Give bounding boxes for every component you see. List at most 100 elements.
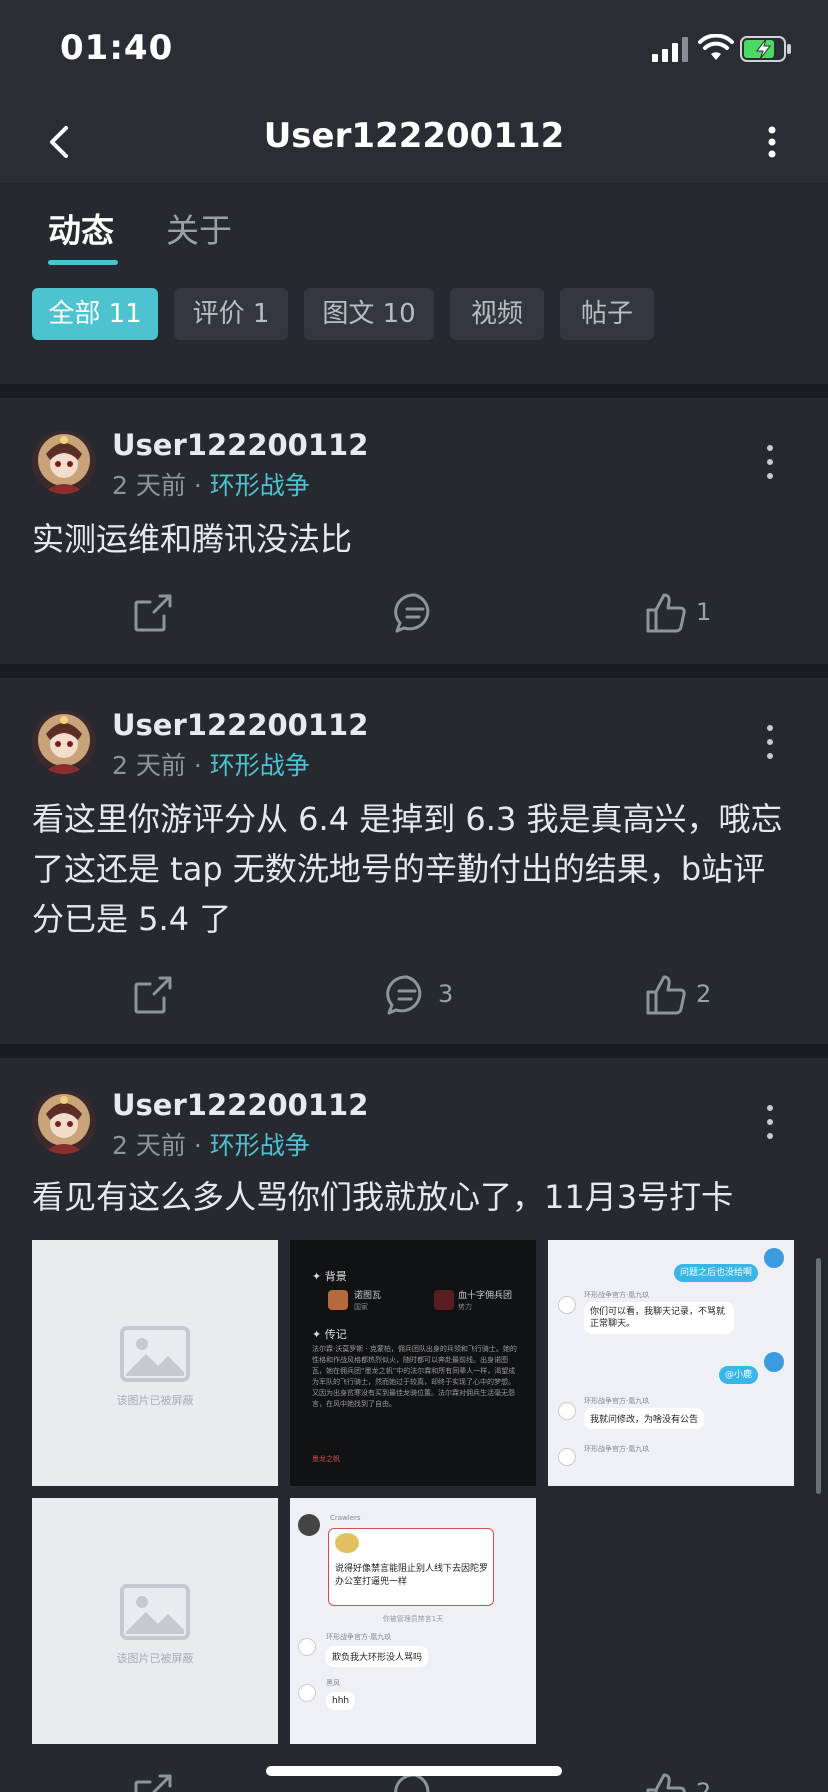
meta-separator: ·	[193, 1131, 202, 1160]
battery-charging-icon	[740, 36, 791, 62]
shot-item: 诺图瓦	[354, 1291, 382, 1301]
chat-avatar	[298, 1514, 320, 1536]
nav-bar: User122200112	[0, 100, 828, 184]
post-meta: 2 天前 · 环形战争	[112, 746, 310, 782]
meta-separator: ·	[193, 471, 202, 500]
share-icon	[134, 976, 172, 1014]
shot-section-label: 背景	[324, 1270, 347, 1283]
chat-sender: 环形战争官方·凰九玖	[584, 1291, 650, 1299]
share-icon	[134, 594, 172, 632]
post-text[interactable]: 看见有这么多人骂你们我就放心了，11月3号打卡	[32, 1172, 796, 1222]
post-more-icon[interactable]	[762, 722, 778, 762]
post-meta: 2 天前 · 环形战争	[112, 1126, 310, 1162]
signal-icon	[652, 37, 688, 62]
post-card[interactable]: User122200112 2 天前 · 环形战争 看这里你游评分从 6.4 是…	[0, 678, 828, 1044]
page-title: User122200112	[263, 116, 565, 156]
chat-bubble-self: @小鹿	[718, 1366, 758, 1384]
chat-bubble: 欺负我大环形没人骂吗	[326, 1646, 429, 1667]
chat-bubble: 我就问修改，为啥没有公告	[584, 1408, 705, 1429]
post-image[interactable]: ✦ 背景 诺图瓦 国家 血十字佣兵团 势力 ✦ 传记 法尔霖·沃莫罗斯 · 克蒙…	[290, 1240, 536, 1486]
post-more-icon[interactable]	[762, 442, 778, 482]
like-button[interactable]: 2	[642, 1770, 732, 1792]
chat-avatar	[764, 1248, 784, 1268]
post-author[interactable]: User122200112	[112, 708, 368, 742]
like-button[interactable]: 2	[642, 972, 732, 1022]
wifi-icon	[698, 34, 734, 60]
shot-body-text: 法尔霖·沃莫罗斯 · 克蒙柏，佣兵团队出身的兵领和飞行骑士。她的性格和作战风格都…	[312, 1345, 517, 1408]
post-more-icon[interactable]	[762, 1102, 778, 1142]
thumbs-up-icon	[646, 975, 686, 1015]
post-image[interactable]: Crawlers 说得好像禁言能阻止别人线下去因陀罗办公室打逼兜一样 你被管理员…	[290, 1498, 536, 1744]
chat-bubble: 你们可以看，我聊天记录，不骂就正常聊天。	[584, 1302, 734, 1334]
tab-about[interactable]: 关于	[166, 204, 232, 252]
shot-item: 血十字佣兵团	[458, 1291, 513, 1301]
shot-section-title: ✦ 传记	[312, 1328, 347, 1341]
chat-sender: Crawlers	[330, 1514, 361, 1522]
avatar[interactable]	[32, 710, 96, 774]
chat-sender: 环形战争官方·凰九玖	[326, 1633, 392, 1641]
status-bar: 01:40	[0, 0, 828, 100]
shot-section-title: ✦ 背景	[312, 1270, 347, 1283]
post-image-blocked[interactable]: 该图片已被屏蔽	[32, 1240, 278, 1486]
chat-bubble-self: 问题之后也没给啊	[673, 1264, 758, 1282]
filter-chip-reviews[interactable]: 评价 1	[174, 288, 288, 340]
blocked-label: 该图片已被屏蔽	[116, 1394, 194, 1407]
like-count: 1	[696, 598, 712, 626]
scrollbar[interactable]	[816, 1258, 821, 1494]
chat-avatar	[558, 1296, 576, 1314]
system-notice: 你被管理员禁言1天	[382, 1615, 444, 1623]
comment-count: 3	[438, 980, 454, 1008]
comment-button[interactable]: 3	[384, 972, 474, 1022]
faction-emblem-icon	[434, 1290, 454, 1310]
home-indicator[interactable]	[266, 1766, 562, 1776]
filter-chip-all[interactable]: 全部 11	[32, 288, 158, 340]
avatar[interactable]	[32, 430, 96, 494]
chat-avatar	[558, 1402, 576, 1420]
post-author[interactable]: User122200112	[112, 428, 368, 462]
post-meta: 2 天前 · 环形战争	[112, 466, 310, 502]
avatar[interactable]	[32, 1090, 96, 1154]
chat-avatar	[298, 1638, 316, 1656]
blocked-label: 该图片已被屏蔽	[116, 1652, 194, 1665]
more-vertical-icon[interactable]	[760, 122, 784, 162]
post-image-blocked[interactable]: 该图片已被屏蔽	[32, 1498, 278, 1744]
like-count: 2	[696, 1778, 712, 1792]
chat-avatar	[558, 1448, 576, 1466]
post-game-link[interactable]: 环形战争	[210, 751, 310, 780]
share-button[interactable]	[130, 972, 190, 1022]
post-game-link[interactable]: 环形战争	[210, 471, 310, 500]
tab-activity[interactable]: 动态	[48, 204, 114, 252]
quote-text: 说得好像禁言能阻止别人线下去因陀罗办公室打逼兜一样	[335, 1564, 489, 1587]
status-time: 01:40	[60, 28, 174, 68]
share-button[interactable]	[130, 1770, 190, 1792]
filter-chip-image-text[interactable]: 图文 10	[304, 288, 434, 340]
shot-item-sub: 势力	[458, 1303, 472, 1311]
post-game-link[interactable]: 环形战争	[210, 1131, 310, 1160]
chat-sender: 黑风	[326, 1679, 340, 1687]
shot-section-label: 传记	[324, 1328, 347, 1341]
post-author[interactable]: User122200112	[112, 1088, 368, 1122]
post-text[interactable]: 实测运维和腾讯没法比	[32, 514, 796, 564]
like-count: 2	[696, 980, 712, 1008]
thumbs-up-icon	[646, 1773, 686, 1792]
image-placeholder-icon	[120, 1584, 190, 1640]
post-time: 2 天前	[112, 471, 186, 500]
post-time: 2 天前	[112, 751, 186, 780]
thumbs-up-icon	[646, 593, 686, 633]
tab-active-indicator	[48, 260, 118, 265]
share-button[interactable]	[130, 590, 190, 640]
image-placeholder-icon	[120, 1326, 190, 1382]
post-card[interactable]: User122200112 2 天前 · 环形战争 看见有这么多人骂你们我就放心…	[0, 1058, 828, 1792]
filter-chip-video[interactable]: 视频	[450, 288, 544, 340]
post-text[interactable]: 看这里你游评分从 6.4 是掉到 6.3 我是真高兴，哦忘了这还是 tap 无数…	[32, 794, 796, 944]
chat-sender: 环形战争官方·凰九玖	[584, 1397, 650, 1405]
divider	[0, 664, 828, 678]
comment-button[interactable]	[392, 590, 482, 640]
divider	[0, 1044, 828, 1058]
filter-chip-posts[interactable]: 帖子	[560, 288, 654, 340]
like-button[interactable]: 1	[642, 590, 732, 640]
chat-sender: 环形战争官方·凰九玖	[584, 1445, 650, 1453]
post-card[interactable]: User122200112 2 天前 · 环形战争 实测运维和腾讯没法比 1	[0, 398, 828, 664]
meta-separator: ·	[193, 751, 202, 780]
post-image[interactable]: 问题之后也没给啊 环形战争官方·凰九玖 你们可以看，我聊天记录，不骂就正常聊天。…	[548, 1240, 794, 1486]
